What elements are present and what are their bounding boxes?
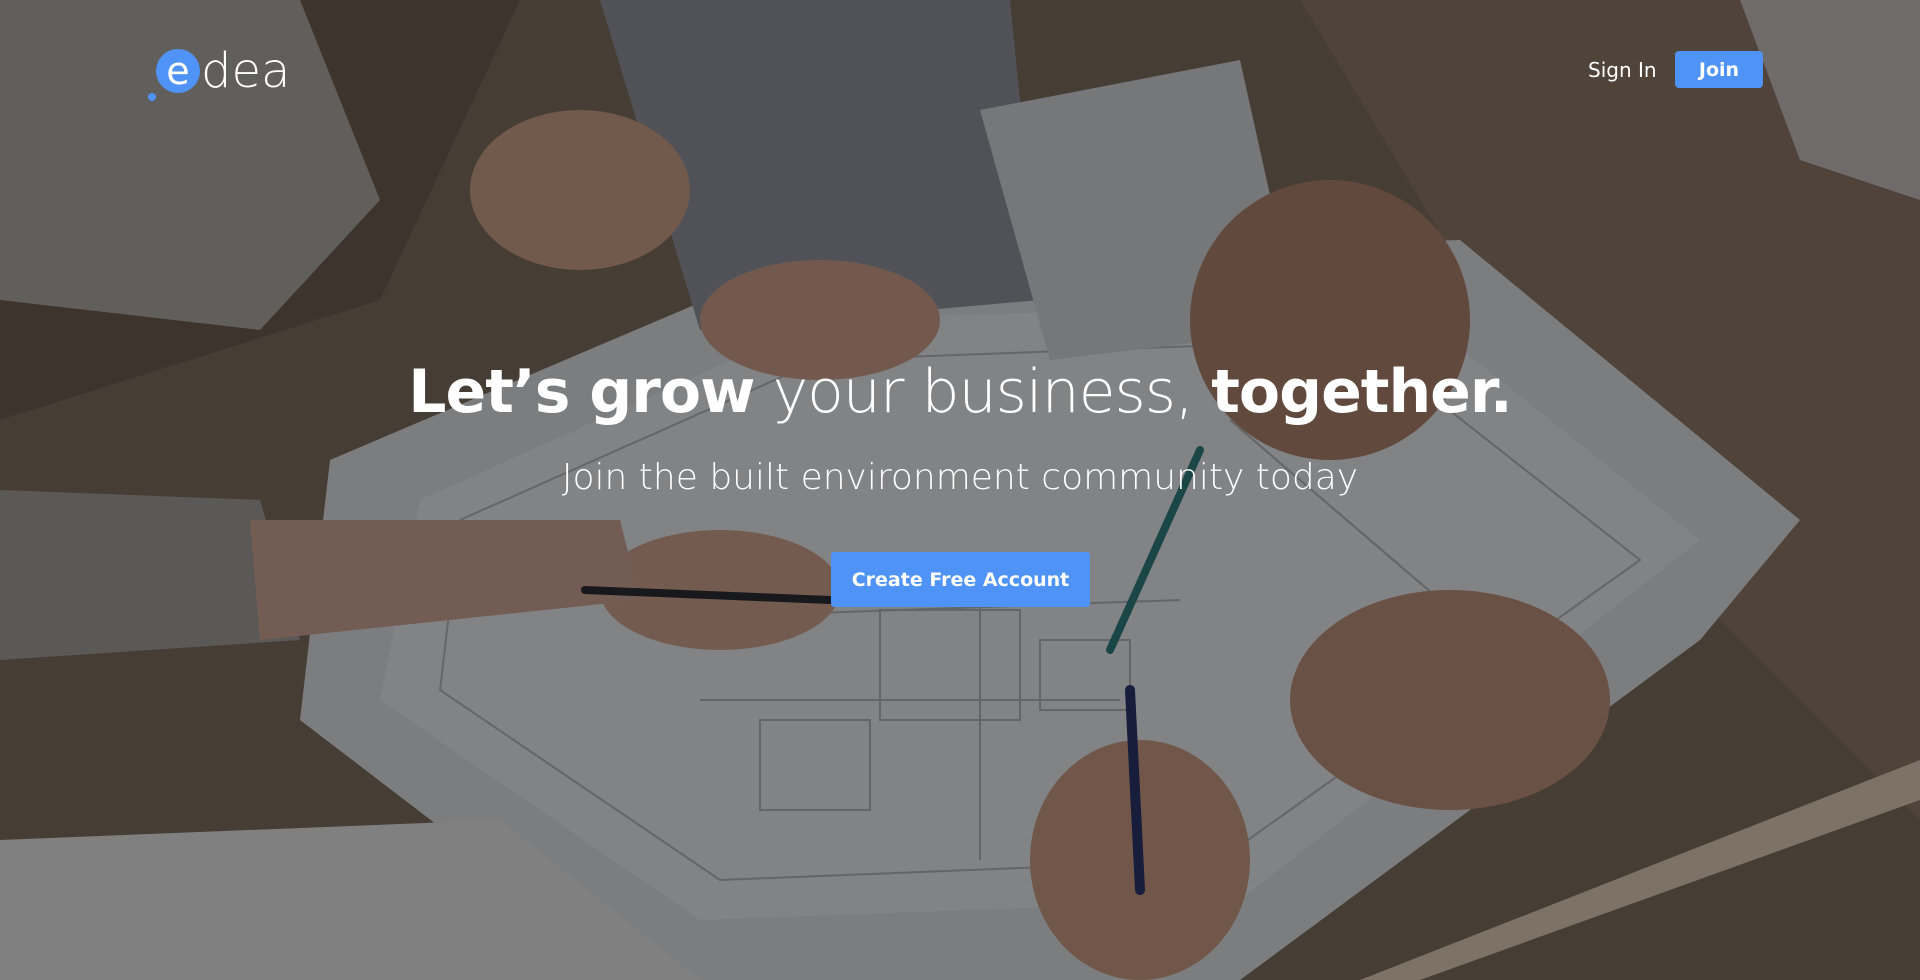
hero-subheadline: Join the built environment community tod… — [561, 457, 1359, 498]
svg-text:e: e — [166, 49, 189, 93]
sign-in-button[interactable]: Sign In — [1580, 53, 1665, 87]
hero-section: e dea Sign In Join Let’s grow your busin… — [0, 0, 1920, 980]
edea-logo[interactable]: e dea — [146, 43, 326, 104]
headline-part3: together. — [1211, 357, 1512, 427]
hero-headline: Let’s grow your business, together. — [0, 352, 1920, 432]
headline-part2: your business, — [754, 357, 1212, 427]
create-free-account-button[interactable]: Create Free Account — [831, 552, 1090, 607]
svg-text:dea: dea — [201, 43, 290, 99]
edea-logo-mark: e dea — [148, 43, 290, 101]
join-button[interactable]: Join — [1675, 51, 1763, 88]
headline-part1: Let’s grow — [408, 357, 755, 427]
